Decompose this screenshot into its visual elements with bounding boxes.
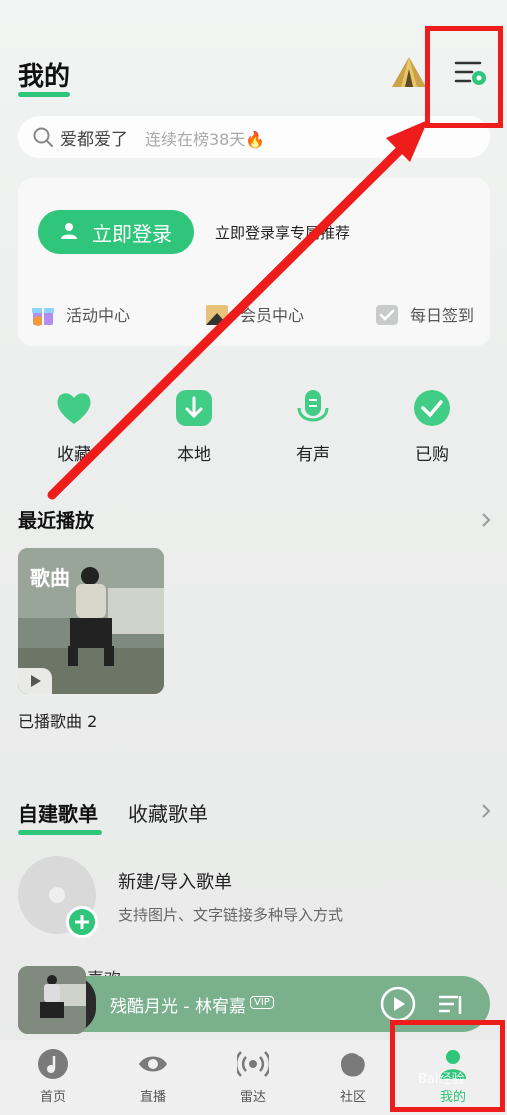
- annotation-arrow: [47, 120, 428, 500]
